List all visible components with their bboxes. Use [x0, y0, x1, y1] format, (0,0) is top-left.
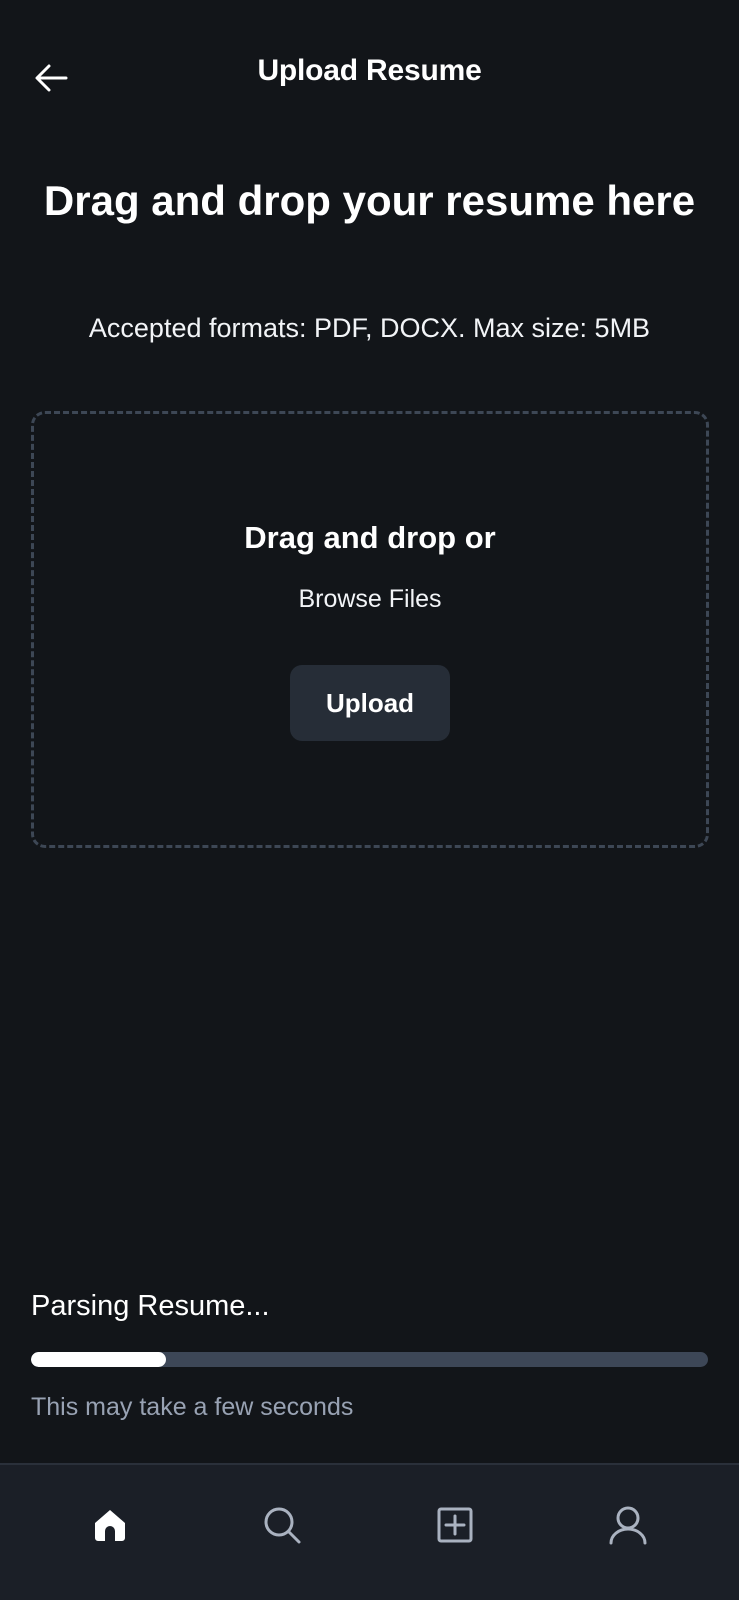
nav-profile[interactable] [598, 1495, 658, 1555]
progress-label: Parsing Resume... [31, 1290, 270, 1322]
nav-add[interactable] [425, 1495, 485, 1555]
progress-hint: This may take a few seconds [31, 1393, 354, 1421]
add-square-icon [437, 1507, 473, 1543]
page-title: Upload Resume [257, 54, 482, 87]
nav-home[interactable] [80, 1495, 140, 1555]
nav-search[interactable] [252, 1495, 312, 1555]
top-bar: Upload Resume [0, 40, 739, 110]
home-icon [95, 1510, 125, 1541]
bottom-navigation [0, 1463, 739, 1600]
progress-bar-fill [31, 1352, 167, 1367]
instruction-heading: Drag and drop your resume here [43, 177, 696, 224]
progress-bar [31, 1352, 708, 1367]
upload-resume-screen: Upload Resume Drag and drop your resume … [0, 0, 739, 1600]
upload-button[interactable]: Upload [290, 665, 450, 741]
accepted-formats-text: Accepted formats: PDF, DOCX. Max size: 5… [88, 313, 651, 343]
browse-files-link[interactable]: Browse Files [34, 585, 706, 614]
profile-icon [609, 1506, 647, 1545]
dropzone-title: Drag and drop or [244, 520, 496, 555]
parsing-progress: Parsing Resume... This may take a few se… [31, 1290, 708, 1422]
search-icon [264, 1507, 301, 1544]
file-dropzone[interactable]: Drag and drop or Browse Files Upload [31, 411, 709, 848]
